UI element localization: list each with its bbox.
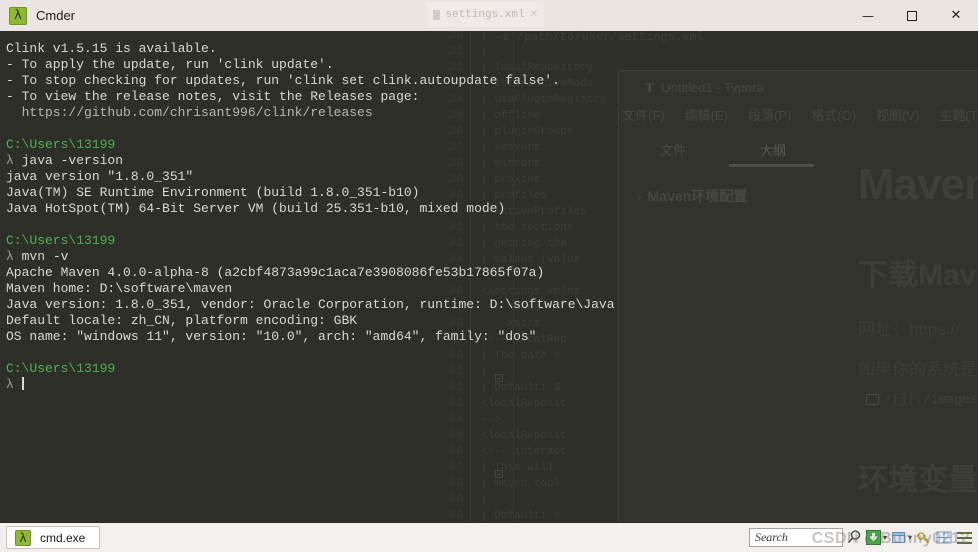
new-console-button[interactable]: ▾	[865, 529, 887, 546]
key-icon	[915, 529, 932, 546]
output-text: OS name: "windows 11", version: "10.0", …	[6, 329, 537, 344]
background-editor-tab: settings.xml ✕	[427, 2, 544, 27]
prompt-path: C:\Users\13199	[6, 361, 116, 376]
terminal-line: C:\Users\13199	[6, 137, 978, 153]
terminal-line: - To stop checking for updates, run 'cli…	[6, 73, 978, 89]
close-icon: ✕	[529, 9, 538, 20]
terminal-area[interactable]: Clink v1.5.15 is available. - To apply th…	[0, 31, 978, 523]
output-text: https://github.com/chrisant996/clink/rel…	[6, 105, 373, 120]
lambda-icon: λ	[15, 529, 31, 546]
terminal-line: - To view the release notes, visit the R…	[6, 89, 978, 105]
magnifier-icon[interactable]	[846, 529, 862, 547]
command-text: mvn -v	[21, 249, 69, 264]
maximize-button[interactable]	[890, 0, 934, 31]
output-text: Java version: 1.8.0_351, vendor: Oracle …	[6, 297, 615, 312]
console-tab-cmd[interactable]: λ cmd.exe	[6, 526, 101, 549]
terminal-line: Apache Maven 4.0.0-alpha-8 (a2cbf4873a99…	[6, 265, 978, 281]
terminal-line: Java version: 1.8.0_351, vendor: Oracle …	[6, 297, 978, 313]
prompt-symbol: λ	[6, 153, 22, 168]
background-editor-tab-label: settings.xml	[445, 8, 525, 21]
statusbar-right: Search ▾ ▾	[748, 528, 978, 547]
terminal-line: - To apply the update, run 'clink update…	[6, 57, 978, 73]
terminal-line: Maven home: D:\software\maven	[6, 281, 978, 297]
search-input[interactable]: Search	[748, 528, 843, 547]
search-placeholder: Search	[754, 530, 788, 544]
close-button[interactable]: ✕	[934, 0, 978, 31]
terminal-line: λ mvn -v	[6, 249, 978, 265]
window-icon	[890, 529, 907, 546]
terminal-line: Clink v1.5.15 is available.	[6, 41, 978, 57]
cmder-window: -s /path/to/user/settings.xml 30 | 31 | 32 | …	[0, 0, 978, 552]
terminal-line: Java(TM) SE Runtime Environment (build 1…	[6, 185, 978, 201]
lambda-icon: λ	[9, 6, 27, 25]
admin-shell-button[interactable]	[915, 529, 932, 546]
statusbar: λ cmd.exe Search ▾ ▾	[0, 522, 978, 552]
terminal-line: Default locale: zh_CN, platform encoding…	[6, 313, 978, 329]
maximize-icon	[907, 10, 917, 21]
grid-icon	[935, 529, 952, 546]
close-icon: ✕	[950, 8, 962, 23]
grid-view-button[interactable]	[935, 529, 952, 546]
output-text: Maven home: D:\software\maven	[6, 281, 233, 296]
console-tab-label: cmd.exe	[40, 530, 86, 545]
terminal-output: Clink v1.5.15 is available. - To apply th…	[0, 31, 978, 393]
terminal-line: C:\Users\13199	[6, 233, 978, 249]
minimize-button[interactable]: —	[846, 0, 890, 31]
terminal-line: λ java -version	[6, 153, 978, 169]
prompt-symbol: λ	[6, 249, 22, 264]
xml-file-icon	[433, 9, 441, 20]
chevron-down-icon: ▾	[882, 533, 887, 542]
output-text: Default locale: zh_CN, platform encoding…	[6, 313, 358, 328]
titlebar: settings.xml ✕ λ Cmder — ✕	[0, 0, 978, 31]
output-text: java version "1.8.0_351"	[6, 169, 194, 184]
output-text: - To stop checking for updates, run 'cli…	[6, 73, 560, 88]
hamburger-icon	[957, 531, 972, 534]
window-controls: — ✕	[846, 0, 978, 31]
terminal-line: C:\Users\13199	[6, 361, 978, 377]
output-text: - To apply the update, run 'clink update…	[6, 57, 334, 72]
output-text: Java(TM) SE Runtime Environment (build 1…	[6, 185, 420, 200]
green-arrow-icon	[865, 529, 882, 546]
minimize-icon: —	[862, 8, 874, 23]
output-text: Java HotSpot(TM) 64-Bit Server VM (build…	[6, 201, 506, 216]
menu-button[interactable]	[957, 531, 972, 544]
terminal-line: λ	[6, 377, 978, 393]
command-text: java -version	[21, 153, 124, 168]
chevron-down-icon: ▾	[907, 533, 912, 542]
new-window-button[interactable]: ▾	[890, 529, 912, 546]
output-text: Apache Maven 4.0.0-alpha-8 (a2cbf4873a99…	[6, 265, 545, 280]
prompt-path: C:\Users\13199	[6, 137, 116, 152]
window-title: Cmder	[36, 8, 76, 23]
terminal-line: OS name: "windows 11", version: "10.0", …	[6, 329, 978, 345]
titlebar-left: λ Cmder	[0, 6, 76, 25]
terminal-line: Java HotSpot(TM) 64-Bit Server VM (build…	[6, 201, 978, 217]
text-cursor	[21, 377, 24, 390]
output-text: Clink v1.5.15 is available.	[6, 41, 217, 56]
output-text: - To view the release notes, visit the R…	[6, 89, 420, 104]
terminal-line: https://github.com/chrisant996/clink/rel…	[6, 105, 978, 121]
terminal-line: java version "1.8.0_351"	[6, 169, 978, 185]
prompt-path: C:\Users\13199	[6, 233, 116, 248]
prompt-symbol: λ	[6, 377, 22, 392]
